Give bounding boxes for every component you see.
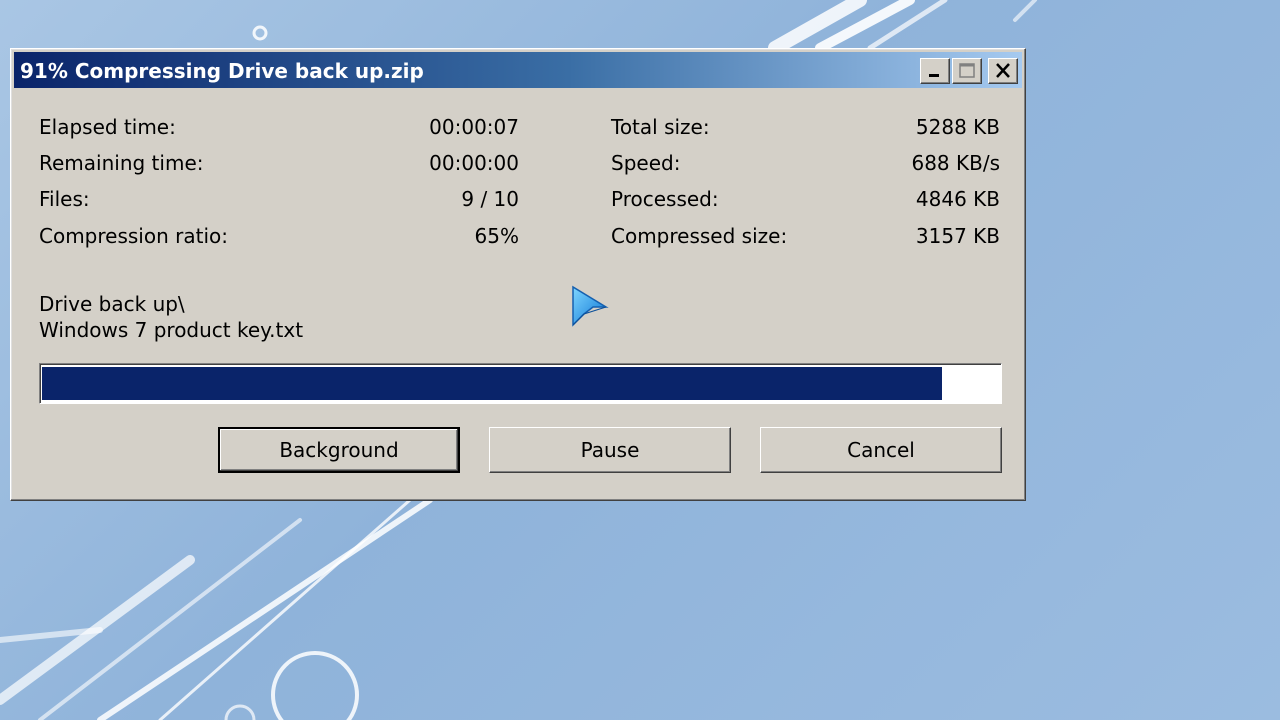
files-value: 9 / 10 bbox=[461, 187, 519, 211]
close-button[interactable] bbox=[988, 58, 1018, 84]
processed-label: Processed: bbox=[611, 187, 719, 211]
minimize-button[interactable] bbox=[920, 58, 950, 84]
background-button[interactable]: Background bbox=[218, 427, 460, 473]
pointer-cursor-icon bbox=[572, 285, 609, 327]
pause-button[interactable]: Pause bbox=[489, 427, 731, 473]
maximize-icon bbox=[959, 63, 975, 78]
progress-bar-fill bbox=[42, 367, 942, 400]
elapsed-time-value: 00:00:07 bbox=[429, 115, 519, 139]
minimize-icon bbox=[929, 74, 939, 77]
files-label: Files: bbox=[39, 187, 90, 211]
remaining-time-label: Remaining time: bbox=[39, 151, 204, 175]
speed-value: 688 KB/s bbox=[911, 151, 1000, 175]
elapsed-time-label: Elapsed time: bbox=[39, 115, 176, 139]
current-folder: Drive back up\ bbox=[39, 292, 185, 316]
total-size-label: Total size: bbox=[611, 115, 710, 139]
progress-bar bbox=[39, 363, 1002, 404]
window-title: 91% Compressing Drive back up.zip bbox=[20, 59, 424, 83]
compression-ratio-label: Compression ratio: bbox=[39, 224, 228, 248]
speed-label: Speed: bbox=[611, 151, 681, 175]
total-size-value: 5288 KB bbox=[915, 115, 1000, 139]
remaining-time-value: 00:00:00 bbox=[429, 151, 519, 175]
compressed-size-value: 3157 KB bbox=[915, 224, 1000, 248]
current-file-name: Windows 7 product key.txt bbox=[39, 318, 304, 342]
maximize-button[interactable] bbox=[952, 58, 982, 84]
processed-value: 4846 KB bbox=[915, 187, 1000, 211]
compression-dialog: 91% Compressing Drive back up.zip Elapse… bbox=[10, 48, 1026, 501]
compression-ratio-value: 65% bbox=[474, 224, 519, 248]
cancel-button[interactable]: Cancel bbox=[760, 427, 1002, 473]
title-bar[interactable]: 91% Compressing Drive back up.zip bbox=[14, 52, 1022, 88]
compressed-size-label: Compressed size: bbox=[611, 224, 788, 248]
close-icon bbox=[996, 63, 1010, 78]
desktop: 91% Compressing Drive back up.zip Elapse… bbox=[0, 0, 1280, 720]
